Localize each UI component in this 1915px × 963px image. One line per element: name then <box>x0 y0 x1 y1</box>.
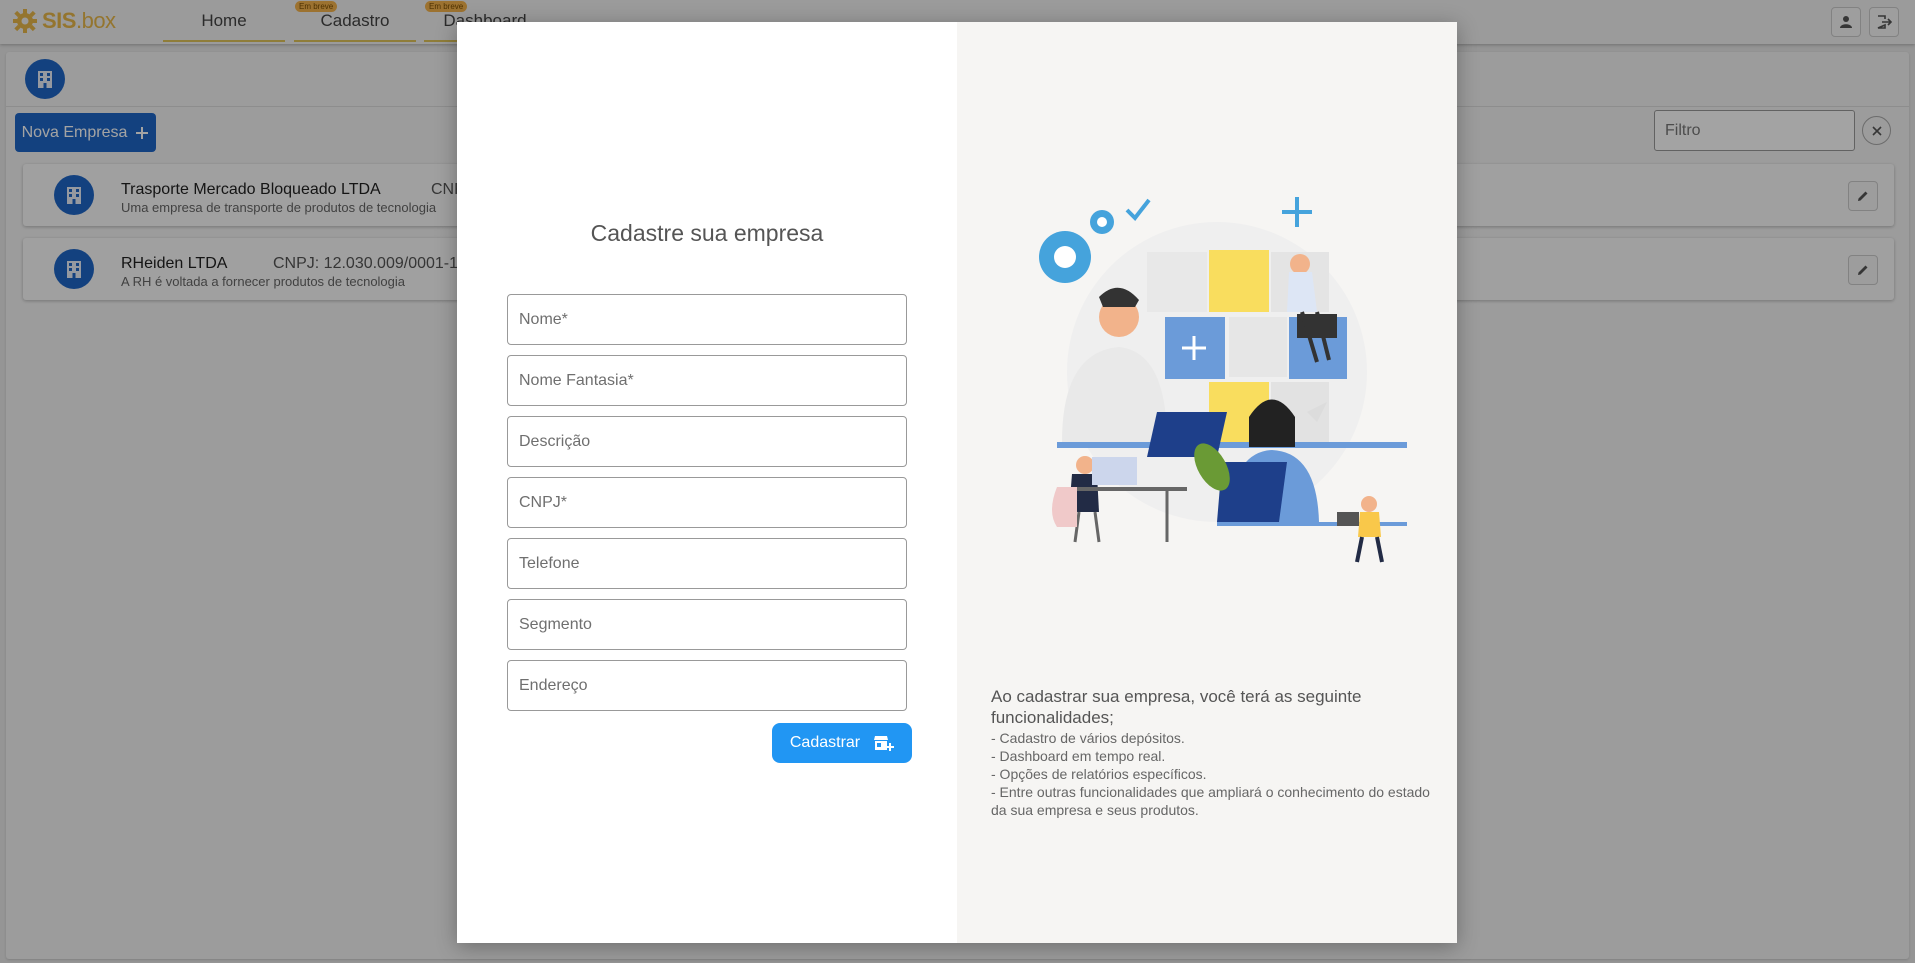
register-company-modal: Cadastre sua empresa Cadastrar <box>457 22 1457 943</box>
description-field[interactable] <box>507 416 907 467</box>
name-field[interactable] <box>507 294 907 345</box>
trade-name-field[interactable] <box>507 355 907 406</box>
segment-field[interactable] <box>507 599 907 650</box>
feature-item: - Opções de relatórios específicos. <box>991 766 1207 782</box>
register-button[interactable]: Cadastrar <box>772 723 912 763</box>
feature-item: - Cadastro de vários depósitos. <box>991 730 1185 746</box>
address-field[interactable] <box>507 660 907 711</box>
modal-title: Cadastre sua empresa <box>590 220 824 246</box>
info-title: Ao cadastrar sua empresa, você terá as s… <box>991 687 1362 727</box>
team-work-illustration <box>1039 197 1407 563</box>
feature-item: - Dashboard em tempo real. <box>991 748 1166 764</box>
register-button-label: Cadastrar <box>789 734 861 751</box>
phone-field[interactable] <box>507 538 907 589</box>
add-business-icon <box>874 736 895 751</box>
cnpj-field[interactable] <box>507 477 907 528</box>
features-list: - Cadastro de vários depósitos. - Dashbo… <box>991 729 1431 819</box>
feature-item: - Entre outras funcionalidades que ampli… <box>991 784 1430 818</box>
